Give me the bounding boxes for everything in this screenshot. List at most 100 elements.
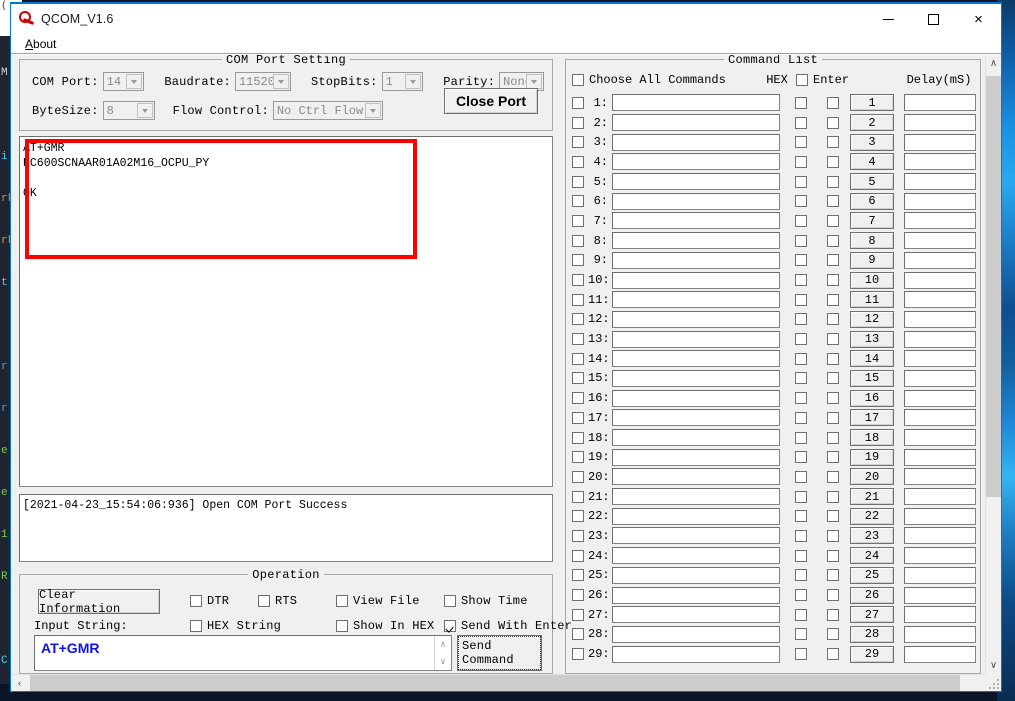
command-hex-checkbox[interactable] — [794, 195, 807, 208]
command-send-button[interactable]: 7 — [850, 212, 894, 230]
command-delay-input[interactable] — [904, 468, 976, 486]
command-hex-checkbox[interactable] — [794, 470, 807, 483]
spinner-up-icon[interactable]: ∧ — [435, 636, 451, 653]
command-hex-checkbox[interactable] — [794, 648, 807, 661]
command-delay-input[interactable] — [904, 291, 976, 309]
command-delay-input[interactable] — [904, 448, 976, 466]
command-send-button[interactable]: 9 — [850, 251, 894, 269]
command-row-checkbox[interactable] — [572, 293, 584, 306]
command-send-button[interactable]: 3 — [850, 133, 894, 151]
chevron-down-icon[interactable] — [272, 74, 289, 89]
command-enter-checkbox[interactable] — [826, 608, 839, 621]
command-enter-checkbox[interactable] — [826, 254, 839, 267]
command-send-button[interactable]: 12 — [850, 310, 894, 328]
command-enter-checkbox[interactable] — [826, 313, 839, 326]
command-delay-input[interactable] — [904, 507, 976, 525]
command-row-checkbox[interactable] — [572, 589, 584, 602]
command-row-checkbox[interactable] — [572, 411, 584, 424]
command-hex-checkbox[interactable] — [794, 372, 807, 385]
command-enter-checkbox[interactable] — [826, 510, 839, 523]
command-hex-checkbox[interactable] — [794, 333, 807, 346]
vertical-scroll-thumb[interactable] — [986, 76, 1001, 498]
command-delay-input[interactable] — [904, 547, 976, 565]
command-input[interactable] — [612, 488, 780, 506]
command-hex-checkbox[interactable] — [794, 136, 807, 149]
command-enter-checkbox[interactable] — [826, 648, 839, 661]
command-row-checkbox[interactable] — [572, 451, 584, 464]
command-send-button[interactable]: 14 — [850, 350, 894, 368]
command-enter-checkbox[interactable] — [826, 628, 839, 641]
command-delay-input[interactable] — [904, 94, 976, 112]
checkbox-dtr-box[interactable] — [190, 594, 202, 607]
command-input[interactable] — [612, 409, 780, 427]
command-send-button[interactable]: 25 — [850, 566, 894, 584]
command-enter-checkbox[interactable] — [826, 490, 839, 503]
checkbox-rts[interactable]: RTS — [258, 594, 336, 608]
command-input[interactable] — [612, 645, 780, 663]
command-enter-checkbox[interactable] — [826, 451, 839, 464]
command-enter-checkbox[interactable] — [826, 136, 839, 149]
command-send-button[interactable]: 21 — [850, 488, 894, 506]
command-row-checkbox[interactable] — [572, 549, 584, 562]
checkbox-hex-string-box[interactable] — [190, 619, 202, 632]
command-delay-input[interactable] — [904, 645, 976, 663]
command-row-checkbox[interactable] — [572, 136, 584, 149]
command-input[interactable] — [612, 527, 780, 545]
command-hex-checkbox[interactable] — [794, 352, 807, 365]
bytesize-select[interactable]: 8 — [102, 101, 155, 120]
command-input[interactable] — [612, 192, 780, 210]
command-row-checkbox[interactable] — [572, 648, 584, 661]
command-enter-checkbox[interactable] — [826, 234, 839, 247]
input-string-value[interactable]: AT+GMR — [35, 636, 434, 670]
command-row-checkbox[interactable] — [572, 392, 584, 405]
command-delay-input[interactable] — [904, 429, 976, 447]
command-enter-checkbox[interactable] — [826, 116, 839, 129]
command-hex-checkbox[interactable] — [794, 529, 807, 542]
command-input[interactable] — [612, 566, 780, 584]
command-hex-checkbox[interactable] — [794, 96, 807, 109]
command-input[interactable] — [612, 547, 780, 565]
scroll-down-button[interactable]: ∨ — [986, 657, 1001, 674]
command-send-button[interactable]: 6 — [850, 192, 894, 210]
command-input[interactable] — [612, 271, 780, 289]
command-send-button[interactable]: 28 — [850, 625, 894, 643]
command-input[interactable] — [612, 291, 780, 309]
command-delay-input[interactable] — [904, 369, 976, 387]
command-hex-checkbox[interactable] — [794, 214, 807, 227]
input-string-spinner[interactable]: ∧ ∨ — [434, 636, 451, 670]
checkbox-hex-string[interactable]: HEX String — [190, 619, 336, 633]
command-row-checkbox[interactable] — [572, 175, 584, 188]
command-send-button[interactable]: 2 — [850, 114, 894, 132]
command-row-checkbox[interactable] — [572, 608, 584, 621]
command-enter-checkbox[interactable] — [826, 372, 839, 385]
command-send-button[interactable]: 17 — [850, 409, 894, 427]
command-row-checkbox[interactable] — [572, 214, 584, 227]
horizontal-scroll-thumb[interactable] — [30, 675, 960, 691]
command-row-checkbox[interactable] — [572, 490, 584, 503]
command-enter-checkbox[interactable] — [826, 589, 839, 602]
command-send-button[interactable]: 8 — [850, 232, 894, 250]
command-row-checkbox[interactable] — [572, 234, 584, 247]
command-enter-checkbox[interactable] — [826, 274, 839, 287]
command-send-button[interactable]: 26 — [850, 586, 894, 604]
command-input[interactable] — [612, 625, 780, 643]
command-delay-input[interactable] — [904, 212, 976, 230]
command-hex-checkbox[interactable] — [794, 569, 807, 582]
command-row-checkbox[interactable] — [572, 333, 584, 346]
vertical-scroll-track[interactable] — [986, 72, 1001, 657]
horizontal-scroll-track[interactable] — [28, 675, 984, 691]
log-output[interactable]: [2021-04-23_15:54:06:936] Open COM Port … — [19, 494, 553, 562]
chevron-down-icon[interactable] — [126, 74, 143, 89]
command-input[interactable] — [612, 232, 780, 250]
command-enter-checkbox[interactable] — [826, 352, 839, 365]
command-delay-input[interactable] — [904, 173, 976, 191]
command-row-checkbox[interactable] — [572, 352, 584, 365]
command-input[interactable] — [612, 448, 780, 466]
command-hex-checkbox[interactable] — [794, 411, 807, 424]
command-send-button[interactable]: 13 — [850, 330, 894, 348]
command-send-button[interactable]: 10 — [850, 271, 894, 289]
maximize-button[interactable] — [911, 4, 956, 34]
command-send-button[interactable]: 22 — [850, 507, 894, 525]
command-send-button[interactable]: 11 — [850, 291, 894, 309]
command-hex-checkbox[interactable] — [794, 155, 807, 168]
